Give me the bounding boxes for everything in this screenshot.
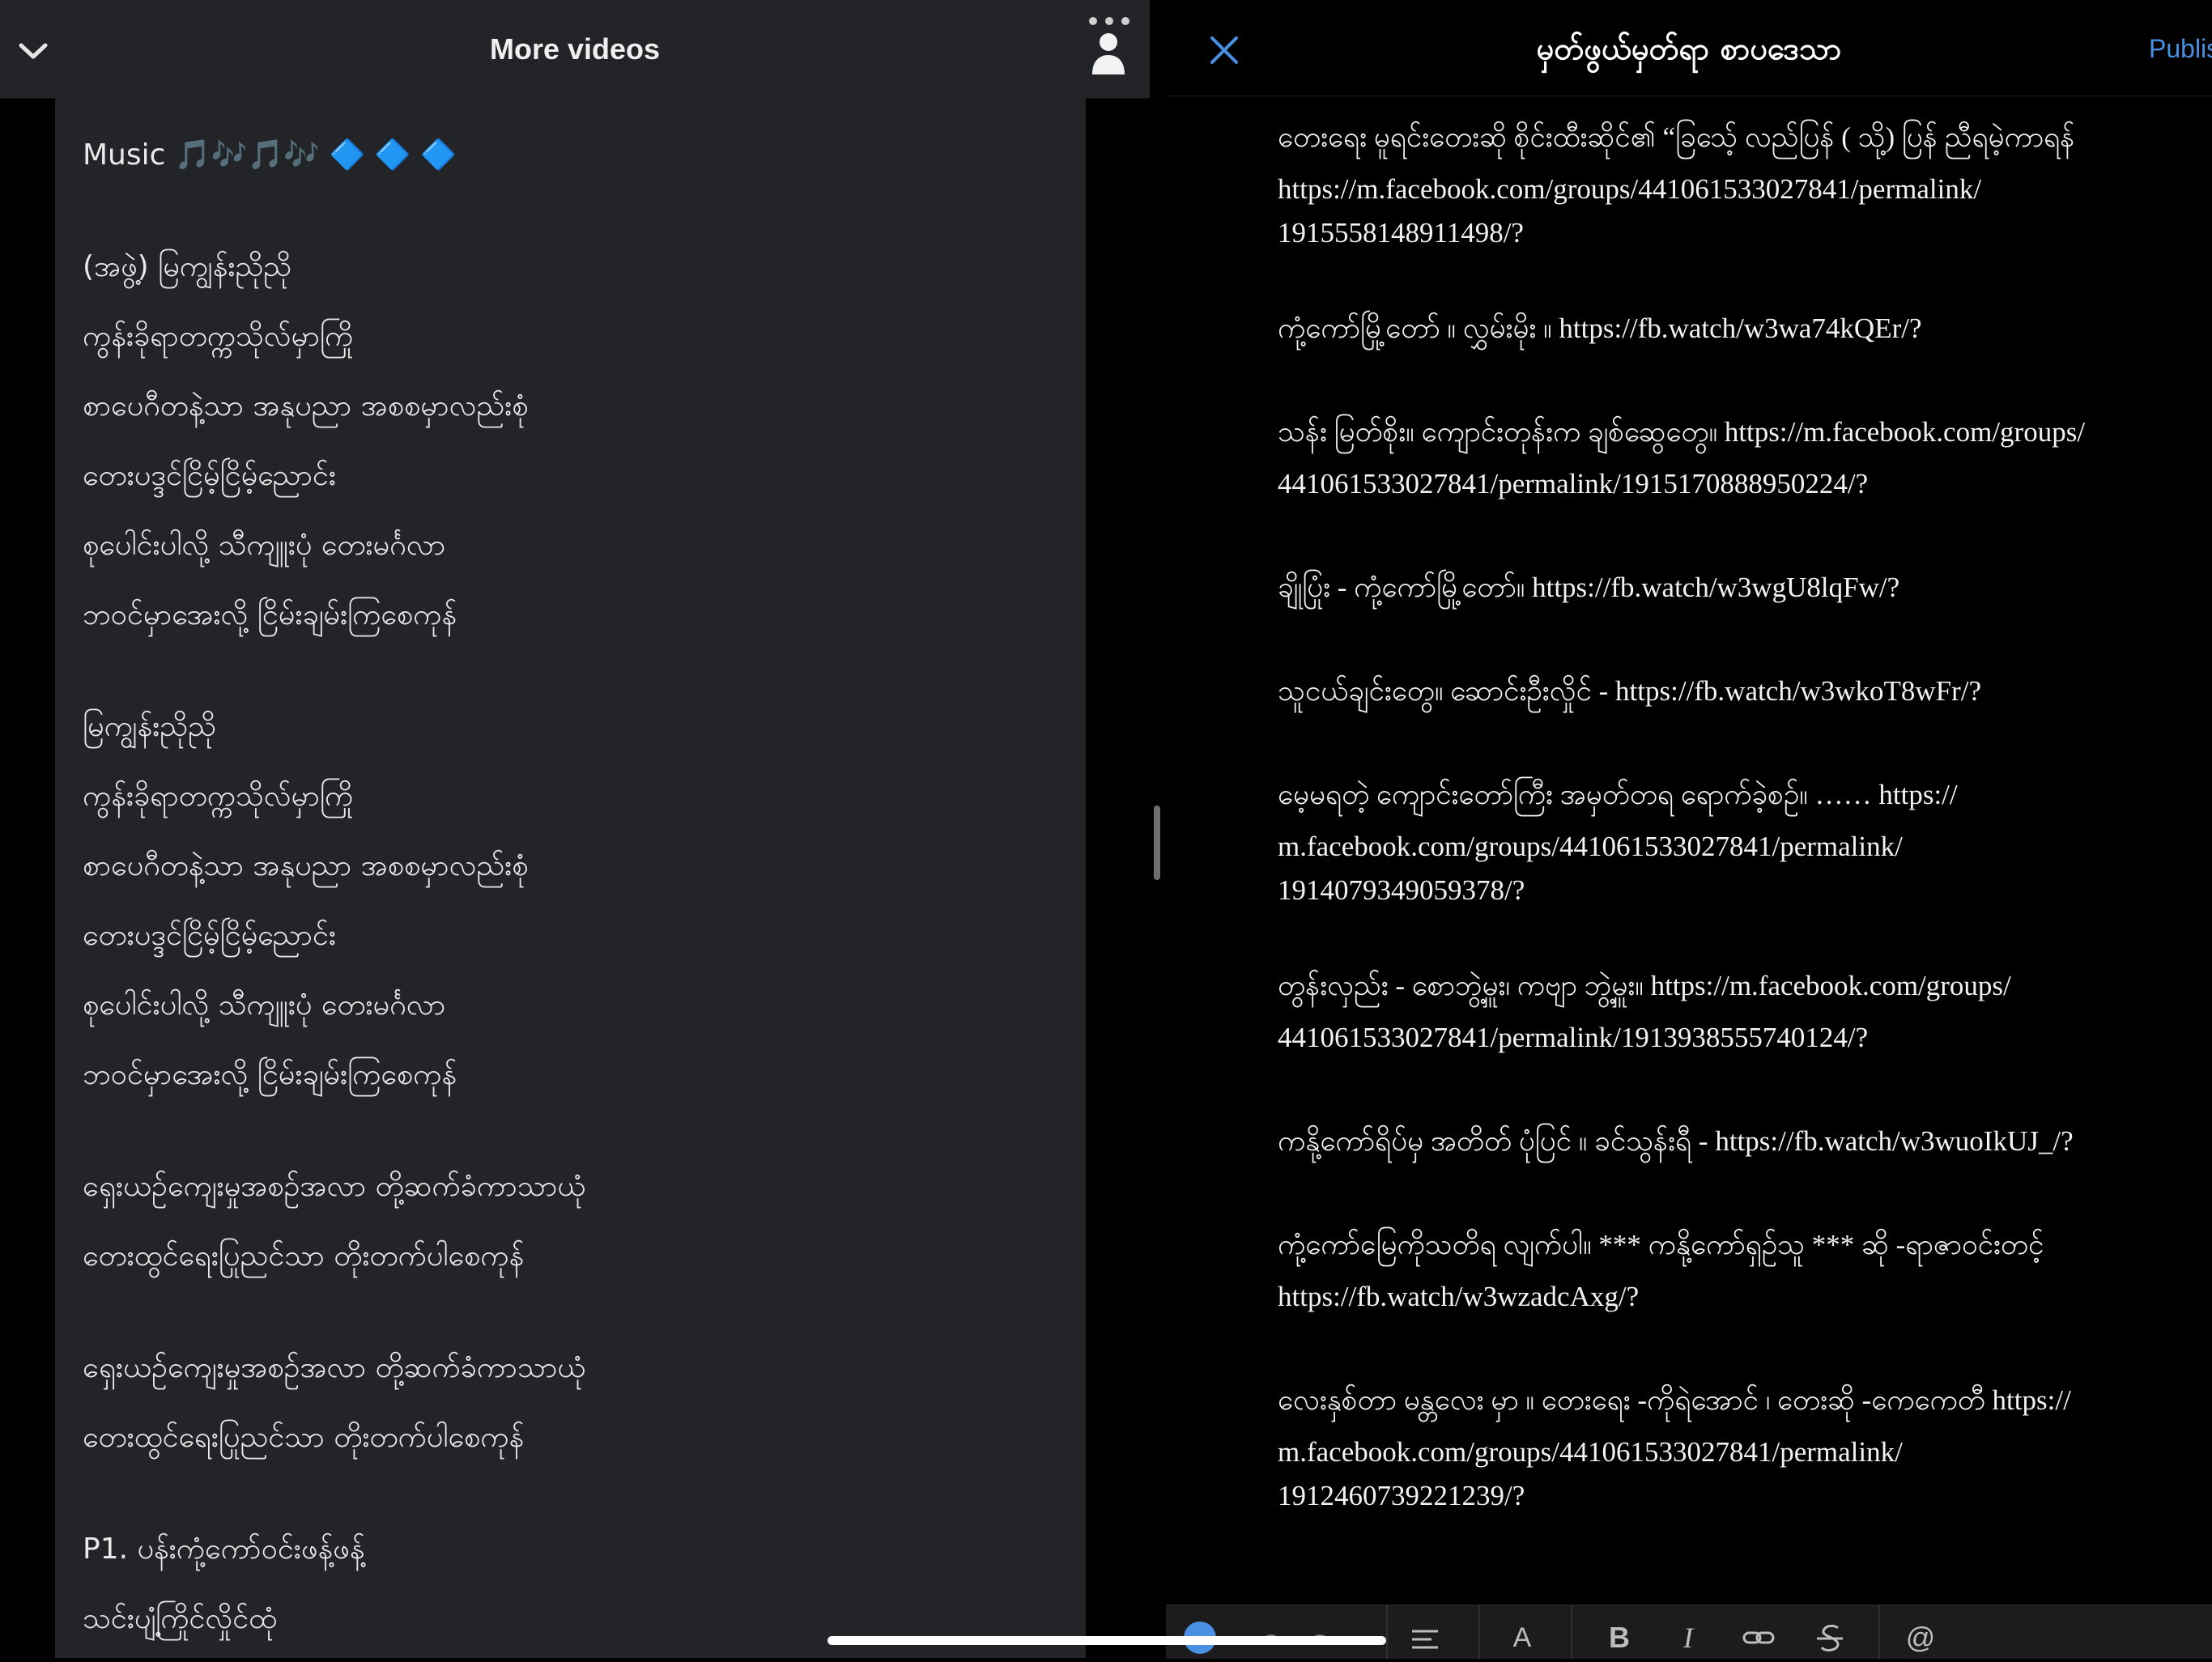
toolbar-divider	[1571, 1605, 1572, 1659]
text-style-icon[interactable]	[1409, 1617, 1441, 1659]
lyric-line: စုပေါင်းပါလို့ သီကျူးပုံ တေးမင်္ဂလာ	[83, 988, 446, 1022]
lyric-line: တေးပဒ္ဒင်ငြိမ့်ငြိမ့်ညောင်း	[83, 459, 337, 492]
video-lyrics-pane: More videos Music 🎵🎶🎵🎶 🔷 🔷 🔷 (အဖွဲ့) မြကျ…	[0, 0, 1150, 1658]
stanza-gap	[83, 1110, 1070, 1152]
note-line: မေ့မရတဲ့ ကျောင်းတော်ကြီး အမှတ်တရ ရောက်ခဲ…	[1278, 779, 1958, 810]
lyric-line: ကွန်းခိုရာတက္ကသိုလ်မှာကြို	[83, 320, 354, 353]
lyric-line: တေးထွင်ရေးပြုညင်သာ တိုးတက်ပါစေကုန်	[83, 1239, 525, 1273]
person-icon[interactable]	[1089, 31, 1128, 76]
strikethrough-icon[interactable]	[1814, 1617, 1846, 1659]
toolbar-divider	[1478, 1605, 1480, 1659]
lyric-line: (အဖွဲ့) တိတက္ကသိုလ်ဂုဏ်	[83, 1654, 1070, 1658]
more-options-icon[interactable]	[1085, 13, 1134, 29]
note-line: လေးနှစ်တာ မန္တလေး မှာ ။ တေးရေး -ကိုရဲအော…	[1278, 1384, 2071, 1416]
note-link-line[interactable]: 441061533027841/permalink/19139385557401…	[1278, 1012, 2209, 1064]
stanza-gap	[83, 1473, 1070, 1515]
lyrics-panel[interactable]: Music 🎵🎶🎵🎶 🔷 🔷 🔷 (အဖွဲ့) မြကျွန်းညိုညိုကွ…	[55, 98, 1086, 1658]
font-size-button[interactable]: A	[1506, 1617, 1538, 1659]
note-entry[interactable]: ကနို့ကော်ရိပ်မှ အတိတ် ပုံပြင် ။ ခင်သွန်း…	[1278, 1116, 2209, 1167]
lyric-line: ကွန်းခိုရာတက္ကသိုလ်မှာကြို	[83, 780, 354, 813]
note-title: မှတ်ဖွယ်မှတ်ရာ စာပဒေသာ	[1536, 31, 1842, 66]
note-entry[interactable]: ကုံ့ကော်မြို့တော် ။ လွှမ်းမိုး ။ https:/…	[1278, 303, 2209, 355]
note-link-line[interactable]: m.facebook.com/groups/441061533027841/pe…	[1278, 1426, 2209, 1478]
note-link-line[interactable]: https://fb.watch/w3wzadcAxg/?	[1278, 1271, 2209, 1323]
note-entry[interactable]: တွန်းလှည်း - စောဘွဲ့မှူး၊ ကဗျာ ဘွဲ့မှူး။…	[1278, 960, 2209, 1064]
stanza-gap	[83, 650, 1070, 692]
lyric-line: Music 🎵🎶🎵🎶 🔷 🔷 🔷	[83, 138, 457, 172]
note-entry[interactable]: ချိုပြုံး - ကုံ့ကော်မြို့တော်။ https://f…	[1278, 562, 2209, 614]
toolbar-divider	[1878, 1605, 1880, 1659]
note-link-line[interactable]: 1915558148911498/?	[1278, 215, 2209, 251]
note-line: သန်း မြတ်စိုး။ ကျောင်းတုန်းက ချစ်ဆွေတွေ။…	[1278, 416, 2086, 448]
note-line: တေးရေး မူရင်းတေးဆို စိုင်းထီးဆိုင်၏ “ခြသ…	[1278, 121, 2075, 153]
lyric-line: စုပေါင်းပါလို့ သီကျူးပုံ တေးမင်္ဂလာ	[83, 529, 446, 562]
notes-editor-pane: မှတ်ဖွယ်မှတ်ရာ စာပဒေသာ Publish တေးရေး မူ…	[1166, 0, 2212, 1658]
link-icon[interactable]	[1741, 1617, 1776, 1659]
note-line: ချိုပြုံး - ကုံ့ကော်မြို့တော်။ https://f…	[1278, 572, 1900, 603]
lyric-line: မြကျွန်းညိုညို	[83, 710, 216, 743]
stanza-gap	[83, 190, 1070, 232]
editor-header: မှတ်ဖွယ်မှတ်ရာ စာပဒေသာ Publish	[1166, 0, 2212, 96]
lyric-line: စာပေဂီတနဲ့သာ အနုပညာ အစစမှာလည်းစုံ	[83, 389, 529, 423]
lyric-line: တေးပဒ္ဒင်ငြိမ့်ငြိမ့်ညောင်း	[83, 919, 337, 952]
note-line: သူငယ်ချင်းတွေ။ ဆောင်းဦးလှိုင် - https://…	[1278, 675, 1982, 707]
note-link-line[interactable]: 1912460739221239/?	[1278, 1478, 2209, 1514]
publish-button[interactable]: Publish	[2149, 34, 2212, 64]
mention-button[interactable]: @	[1903, 1617, 1938, 1659]
note-link-line[interactable]: 1914079349059378/?	[1278, 873, 2209, 908]
note-line: ကနို့ကော်ရိပ်မှ အတိတ် ပုံပြင် ။ ခင်သွန်း…	[1278, 1125, 2074, 1157]
lyric-line: P1. ပန်းကုံ့ကော်ဝင်းဖန့်ဖန့်	[83, 1532, 365, 1566]
note-link-line[interactable]: https://m.facebook.com/groups/4410615330…	[1278, 164, 2209, 215]
note-line: ကုံ့ကော်မြို့တော် ။ လွှမ်းမိုး ။ https:/…	[1278, 312, 1922, 344]
note-line: ကုံ့ကော်မြေကိုသတိရ လျက်ပါ။ *** ကနို့ကော်…	[1278, 1229, 2044, 1260]
lyric-line: စာပေဂီတနဲ့သာ အနုပညာ အစစမှာလည်းစုံ	[83, 849, 529, 882]
note-entry[interactable]: မေ့မရတဲ့ ကျောင်းတော်ကြီး အမှတ်တရ ရောက်ခဲ…	[1278, 769, 2209, 908]
format-toolbar: A B I @	[1166, 1605, 2212, 1659]
lyric-line: (အဖွဲ့) မြကျွန်းညိုညို	[83, 250, 292, 283]
home-indicator[interactable]	[827, 1636, 1386, 1645]
note-entry[interactable]: သန်း မြတ်စိုး။ ကျောင်းတုန်းက ချစ်ဆွေတွေ။…	[1278, 406, 2209, 510]
split-view-divider-handle[interactable]	[1154, 805, 1160, 880]
note-body[interactable]: တေးရေး မူရင်းတေးဆို စိုင်းထီးဆိုင်၏ “ခြသ…	[1278, 112, 2209, 1566]
toolbar-divider	[1386, 1605, 1388, 1659]
video-header: More videos	[0, 0, 1150, 99]
lyric-line: ရှေးယဉ်ကျေးမှုအစဉ်အလာ တို့ဆက်ခံကာသာယုံ	[83, 1170, 586, 1203]
lyric-line: ဘဝင်မှာအေးလို့ ငြိမ်းချမ်းကြစေကုန်	[83, 1058, 457, 1091]
lyrics-text: Music 🎵🎶🎵🎶 🔷 🔷 🔷 (အဖွဲ့) မြကျွန်းညိုညိုကွ…	[83, 121, 1070, 1658]
note-line: တွန်းလှည်း - စောဘွဲ့မှူး၊ ကဗျာ ဘွဲ့မှူး။…	[1278, 970, 2011, 1001]
note-entry[interactable]: သူငယ်ချင်းတွေ။ ဆောင်းဦးလှိုင် - https://…	[1278, 665, 2209, 717]
note-entry[interactable]: တေးရေး မူရင်းတေးဆို စိုင်းထီးဆိုင်၏ “ခြသ…	[1278, 112, 2209, 251]
note-entry[interactable]: ကုံ့ကော်မြေကိုသတိရ လျက်ပါ။ *** ကနို့ကော်…	[1278, 1219, 2209, 1323]
italic-button[interactable]: I	[1676, 1617, 1700, 1659]
note-entry[interactable]: လေးနှစ်တာ မန္တလေး မှာ ။ တေးရေး -ကိုရဲအော…	[1278, 1375, 2209, 1514]
bold-button[interactable]: B	[1603, 1617, 1636, 1659]
lyric-line: ရှေးယဉ်ကျေးမှုအစဉ်အလာ တို့ဆက်ခံကာသာယုံ	[83, 1351, 586, 1384]
lyric-line: တေးထွင်ရေးပြုညင်သာ တိုးတက်ပါစေကုန်	[83, 1421, 525, 1454]
video-header-title: More videos	[489, 32, 661, 66]
note-link-line[interactable]: m.facebook.com/groups/441061533027841/pe…	[1278, 821, 2209, 873]
lyric-line: ဘဝင်မှာအေးလို့ ငြိမ်းချမ်းကြစေကုန်	[83, 598, 457, 631]
note-link-line[interactable]: 441061533027841/permalink/19151708889502…	[1278, 458, 2209, 510]
stanza-gap	[83, 1291, 1070, 1333]
